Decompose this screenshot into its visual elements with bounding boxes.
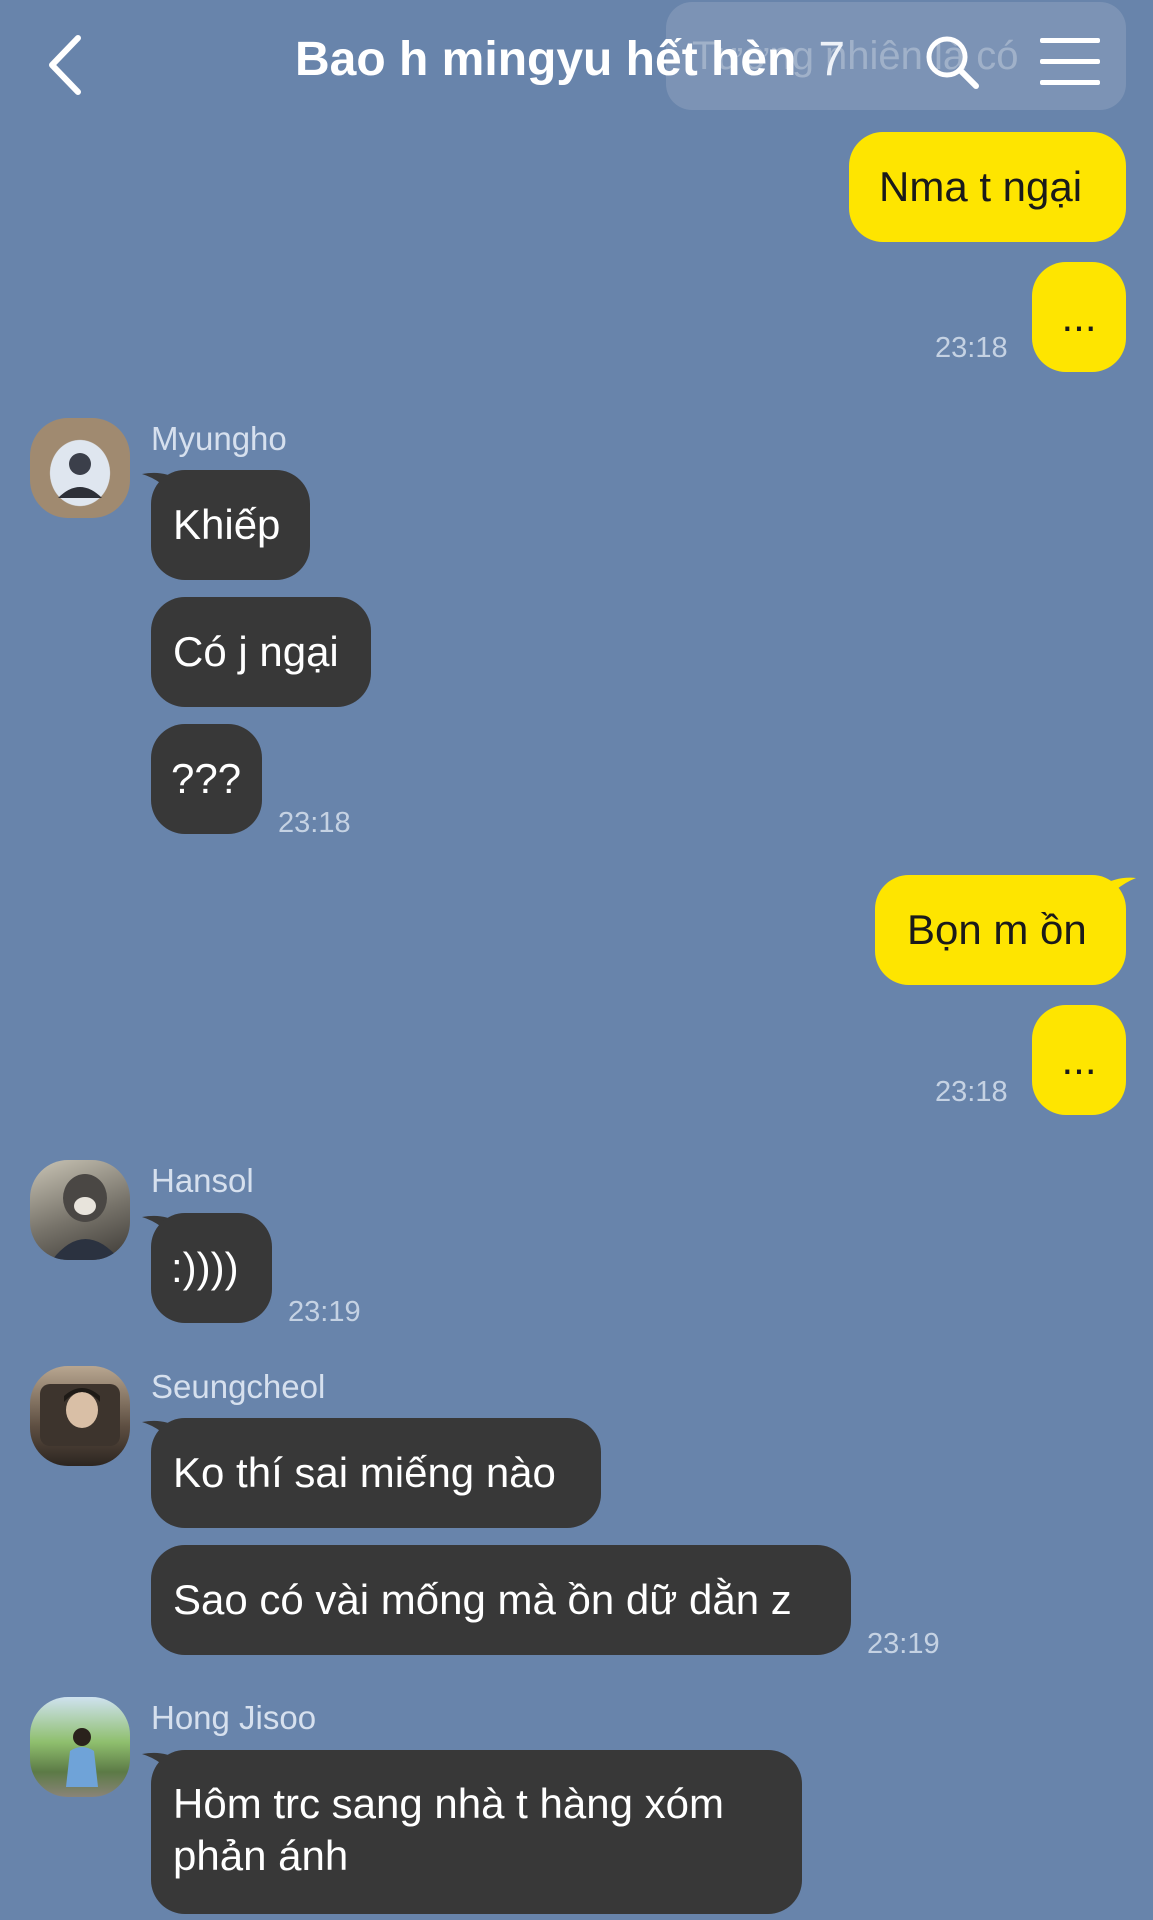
received-message[interactable]: ??? [151,724,262,834]
sender-name: Myungho [151,420,287,457]
received-message[interactable]: Ko thí sai miếng nào [151,1418,601,1528]
member-count: 7 [818,33,846,86]
sender-name: Seungcheol [151,1368,326,1405]
message-time: 23:19 [867,1628,940,1660]
sender-name: Hansol [151,1162,254,1199]
chevron-left-icon [49,35,81,95]
person-photo-icon [52,1174,120,1260]
avatar-hansol[interactable] [30,1160,130,1260]
message-time: 23:18 [278,807,351,839]
search-button[interactable] [922,32,982,92]
person-photo-icon [66,1728,98,1787]
avatar-seungcheol[interactable] [30,1366,130,1466]
menu-button[interactable] [1040,38,1100,88]
person-photo-icon [40,1384,120,1446]
back-button[interactable] [40,30,100,100]
message-time: 23:19 [288,1296,361,1328]
search-icon [926,36,979,89]
sender-name: Hong Jisoo [151,1699,317,1736]
received-message[interactable]: Sao có vài mống mà ồn dữ dằn z [151,1545,851,1655]
sent-message[interactable]: ... [1032,262,1126,372]
received-message[interactable]: Có j ngại [151,597,371,707]
avatar-hong-jisoo[interactable] [30,1697,130,1797]
chat-title-text: Bao h mingyu hết hèn [295,33,797,86]
sent-message[interactable]: Bọn m ồn [875,875,1126,985]
chat-title: Bao h mingyu hết hèn 7 [295,32,845,87]
avatar-myungho[interactable] [30,418,130,518]
received-message[interactable]: :)))) [151,1213,272,1323]
received-message[interactable]: Khiếp [151,470,310,580]
person-photo-icon [58,453,102,498]
chat-header: Tương nhiên là có Bao h mingyu hết hèn 7 [0,0,1153,130]
received-message[interactable]: Hôm trc sang nhà t hàng xóm phản ánh [151,1750,802,1914]
message-time: 23:18 [935,332,1008,364]
message-time: 23:18 [935,1076,1008,1108]
sent-message[interactable]: ... [1032,1005,1126,1115]
sent-message[interactable]: Nma t ngại [849,132,1126,242]
menu-icon [1040,38,1100,43]
